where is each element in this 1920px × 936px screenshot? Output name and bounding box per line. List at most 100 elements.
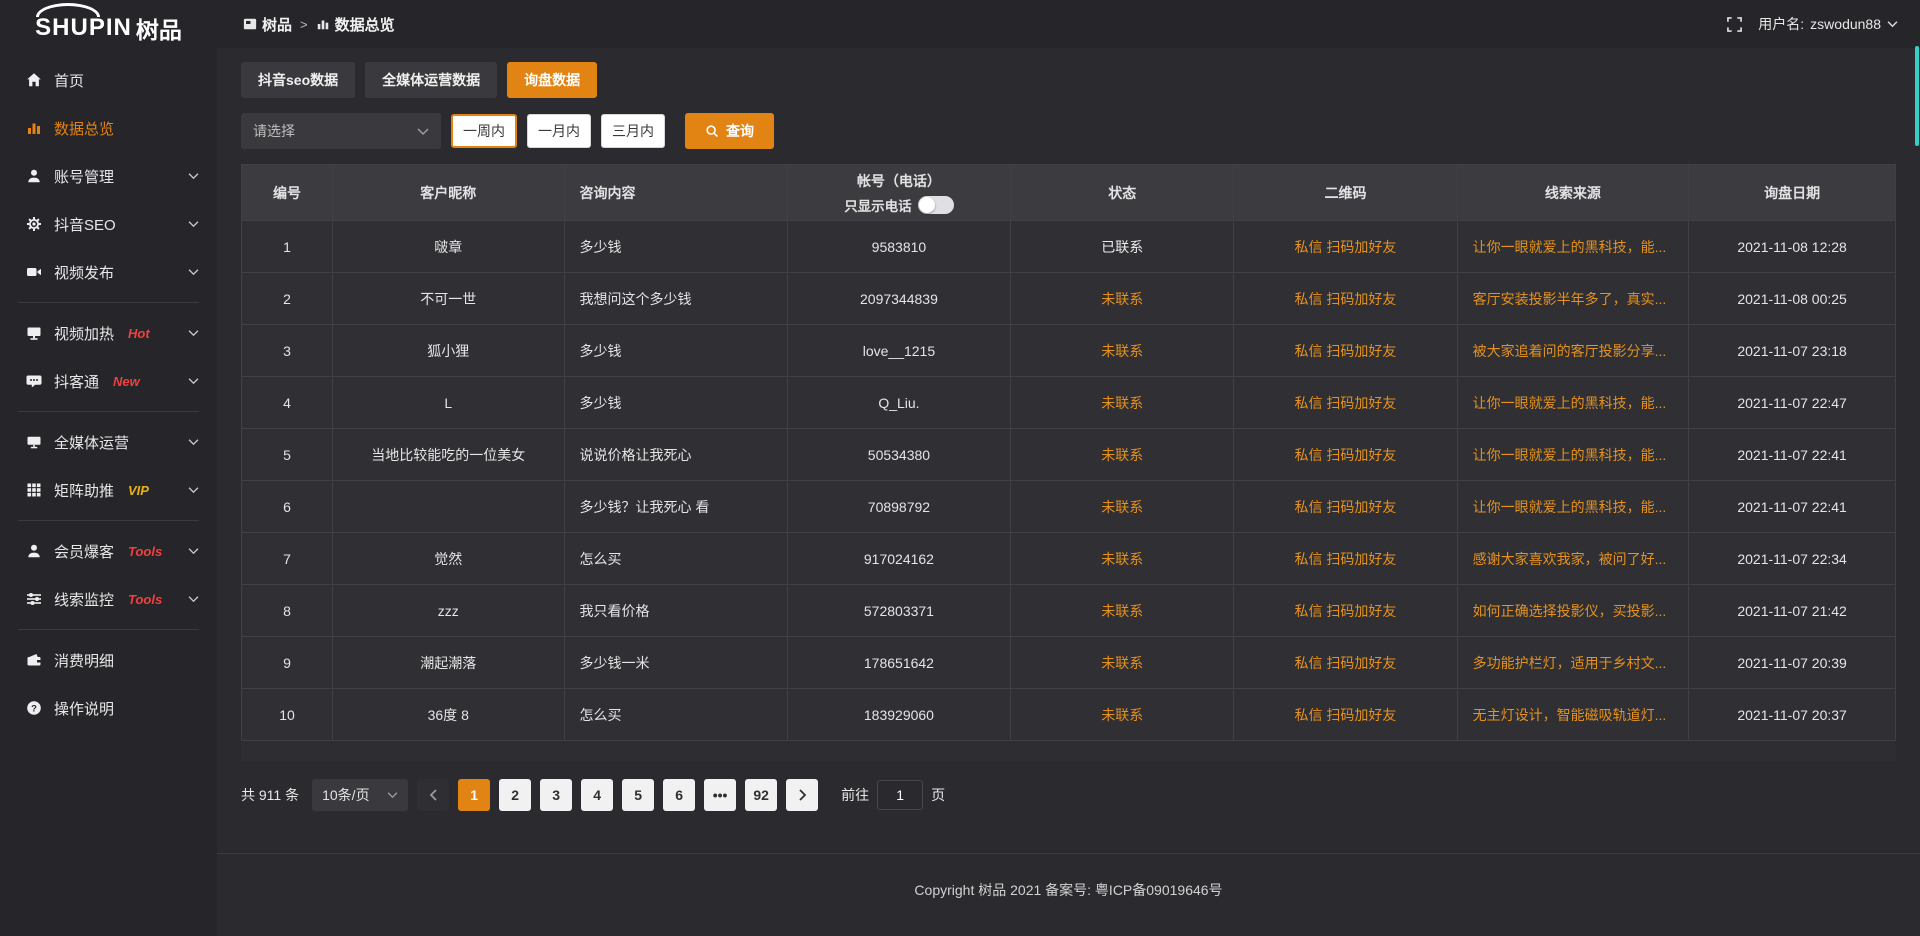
- chat-bubble-icon: [25, 373, 42, 389]
- goto-page-input[interactable]: [877, 780, 923, 810]
- status-badge: 未联系: [1011, 377, 1234, 429]
- qrcode-link[interactable]: 私信 扫码加好友: [1234, 533, 1457, 585]
- source-link[interactable]: 无主灯设计，智能磁吸轨道灯...: [1457, 689, 1689, 741]
- source-link[interactable]: 让你一眼就爱上的黑科技，能...: [1457, 377, 1689, 429]
- page-button-3[interactable]: 3: [540, 779, 572, 811]
- sidebar-item-video-publish[interactable]: 视频发布: [0, 248, 217, 296]
- filter-row: 请选择 一周内 一月内 三月内 查询: [241, 113, 1896, 149]
- status-badge: 未联系: [1011, 689, 1234, 741]
- source-link[interactable]: 让你一眼就爱上的黑科技，能...: [1457, 221, 1689, 273]
- qrcode-link[interactable]: 私信 扫码加好友: [1234, 481, 1457, 533]
- page-button-2[interactable]: 2: [499, 779, 531, 811]
- page-ellipsis-button[interactable]: •••: [704, 779, 736, 811]
- page-button-92[interactable]: 92: [745, 779, 777, 811]
- source-link[interactable]: 多功能护栏灯，适用于乡村文...: [1457, 637, 1689, 689]
- sidebar-item-lead-monitor[interactable]: 线索监控 Tools: [0, 575, 217, 623]
- sidebar-item-douyin-seo[interactable]: 抖音SEO: [0, 200, 217, 248]
- wallet-icon: [25, 652, 42, 668]
- page-button-6[interactable]: 6: [663, 779, 695, 811]
- source-link[interactable]: 如何正确选择投影仪，买投影...: [1457, 585, 1689, 637]
- fullscreen-icon[interactable]: [1727, 17, 1742, 32]
- phone-only-toggle[interactable]: [918, 196, 954, 214]
- svg-text:?: ?: [31, 703, 37, 714]
- monitor-icon: [25, 434, 42, 450]
- range-month-button[interactable]: 一月内: [527, 114, 591, 148]
- query-button[interactable]: 查询: [685, 113, 774, 149]
- chevron-down-icon: [188, 547, 199, 555]
- sidebar-item-video-heating[interactable]: 视频加热 Hot: [0, 309, 217, 357]
- username-value: zswodun88: [1810, 16, 1881, 32]
- col-status: 状态: [1011, 165, 1234, 221]
- sidebar-item-account-management[interactable]: 账号管理: [0, 152, 217, 200]
- source-link[interactable]: 感谢大家喜欢我家，被问了好...: [1457, 533, 1689, 585]
- status-badge: 未联系: [1011, 273, 1234, 325]
- question-circle-icon: ?: [25, 700, 42, 716]
- qrcode-link[interactable]: 私信 扫码加好友: [1234, 689, 1457, 741]
- scrollbar-thumb[interactable]: [1915, 46, 1919, 146]
- app-logo[interactable]: SHUPIN 树品: [0, 0, 217, 48]
- qrcode-link[interactable]: 私信 扫码加好友: [1234, 585, 1457, 637]
- qrcode-link[interactable]: 私信 扫码加好友: [1234, 637, 1457, 689]
- sidebar: 首页 数据总览 账号管理 抖音SEO 视频发布 视频加热 Hot: [0, 48, 217, 936]
- source-link[interactable]: 客厅安装投影半年多了，真实...: [1457, 273, 1689, 325]
- table-row: 7 觉然 怎么买 917024162 未联系 私信 扫码加好友 感谢大家喜欢我家…: [242, 533, 1896, 585]
- sidebar-divider: [18, 302, 199, 303]
- status-badge: 已联系: [1011, 221, 1234, 273]
- prev-page-button[interactable]: [417, 779, 449, 811]
- sidebar-item-doukeTong[interactable]: 抖客通 New: [0, 357, 217, 405]
- qrcode-link[interactable]: 私信 扫码加好友: [1234, 325, 1457, 377]
- breadcrumb-separator: >: [300, 17, 308, 32]
- user-menu[interactable]: 用户名: zswodun88: [1758, 14, 1898, 34]
- breadcrumb-current[interactable]: 数据总览: [316, 14, 395, 35]
- inquiry-table-wrap: 编号 客户昵称 咨询内容 帐号（电话） 只显示电话: [241, 164, 1896, 761]
- source-link[interactable]: 让你一眼就爱上的黑科技，能...: [1457, 429, 1689, 481]
- qrcode-link[interactable]: 私信 扫码加好友: [1234, 377, 1457, 429]
- account-select[interactable]: 请选择: [241, 113, 441, 149]
- qrcode-link[interactable]: 私信 扫码加好友: [1234, 429, 1457, 481]
- range-week-button[interactable]: 一周内: [451, 114, 517, 148]
- sidebar-item-consumption-detail[interactable]: 消费明细: [0, 636, 217, 684]
- chevron-down-icon: [188, 329, 199, 337]
- source-link[interactable]: 被大家追着问的客厅投影分享...: [1457, 325, 1689, 377]
- tab-douyin-seo-data[interactable]: 抖音seo数据: [241, 62, 355, 98]
- sidebar-item-instructions[interactable]: ? 操作说明: [0, 684, 217, 732]
- chevron-down-icon: [188, 438, 199, 446]
- status-badge: 未联系: [1011, 481, 1234, 533]
- page-button-4[interactable]: 4: [581, 779, 613, 811]
- col-source: 线索来源: [1457, 165, 1689, 221]
- sidebar-item-member-burst[interactable]: 会员爆客 Tools: [0, 527, 217, 575]
- next-page-button[interactable]: [786, 779, 818, 811]
- page-button-5[interactable]: 5: [622, 779, 654, 811]
- table-row: 1 啵章 多少钱 9583810 已联系 私信 扫码加好友 让你一眼就爱上的黑科…: [242, 221, 1896, 273]
- table-row: 5 当地比较能吃的一位美女 说说价格让我死心 50534380 未联系 私信 扫…: [242, 429, 1896, 481]
- phone-toggle-label: 只显示电话: [844, 195, 912, 215]
- breadcrumb-root[interactable]: 树品: [243, 14, 292, 35]
- topbar: SHUPIN 树品 树品 > 数据总览 用户名: zswodun88: [0, 0, 1920, 48]
- table-row: 10 36度 8 怎么买 183929060 未联系 私信 扫码加好友 无主灯设…: [242, 689, 1896, 741]
- page-size-select[interactable]: 10条/页: [312, 779, 408, 811]
- hot-badge: Hot: [128, 326, 150, 341]
- col-account: 帐号（电话） 只显示电话: [787, 165, 1010, 221]
- sidebar-item-matrix-boost[interactable]: 矩阵助推 VIP: [0, 466, 217, 514]
- breadcrumb: 树品 > 数据总览: [217, 14, 395, 35]
- chevron-down-icon: [387, 791, 398, 799]
- video-camera-icon: [25, 264, 42, 280]
- sidebar-item-home[interactable]: 首页: [0, 56, 217, 104]
- search-icon: [705, 124, 719, 138]
- tab-inquiry-data[interactable]: 询盘数据: [507, 62, 597, 98]
- qrcode-link[interactable]: 私信 扫码加好友: [1234, 221, 1457, 273]
- col-date: 询盘日期: [1689, 165, 1896, 221]
- qrcode-link[interactable]: 私信 扫码加好友: [1234, 273, 1457, 325]
- goto-label: 前往: [841, 785, 869, 805]
- range-quarter-button[interactable]: 三月内: [601, 114, 665, 148]
- goto-suffix: 页: [931, 785, 945, 805]
- chevron-down-icon: [188, 172, 199, 180]
- user-icon: [25, 168, 42, 184]
- page-button-1[interactable]: 1: [458, 779, 490, 811]
- sidebar-item-data-overview[interactable]: 数据总览: [0, 104, 217, 152]
- inquiry-table: 编号 客户昵称 咨询内容 帐号（电话） 只显示电话: [241, 164, 1896, 741]
- source-link[interactable]: 让你一眼就爱上的黑科技，能...: [1457, 481, 1689, 533]
- tab-omni-media-data[interactable]: 全媒体运营数据: [365, 62, 497, 98]
- sidebar-item-omni-media[interactable]: 全媒体运营: [0, 418, 217, 466]
- table-row: 6 多少钱？让我死心 看 70898792 未联系 私信 扫码加好友 让你一眼就…: [242, 481, 1896, 533]
